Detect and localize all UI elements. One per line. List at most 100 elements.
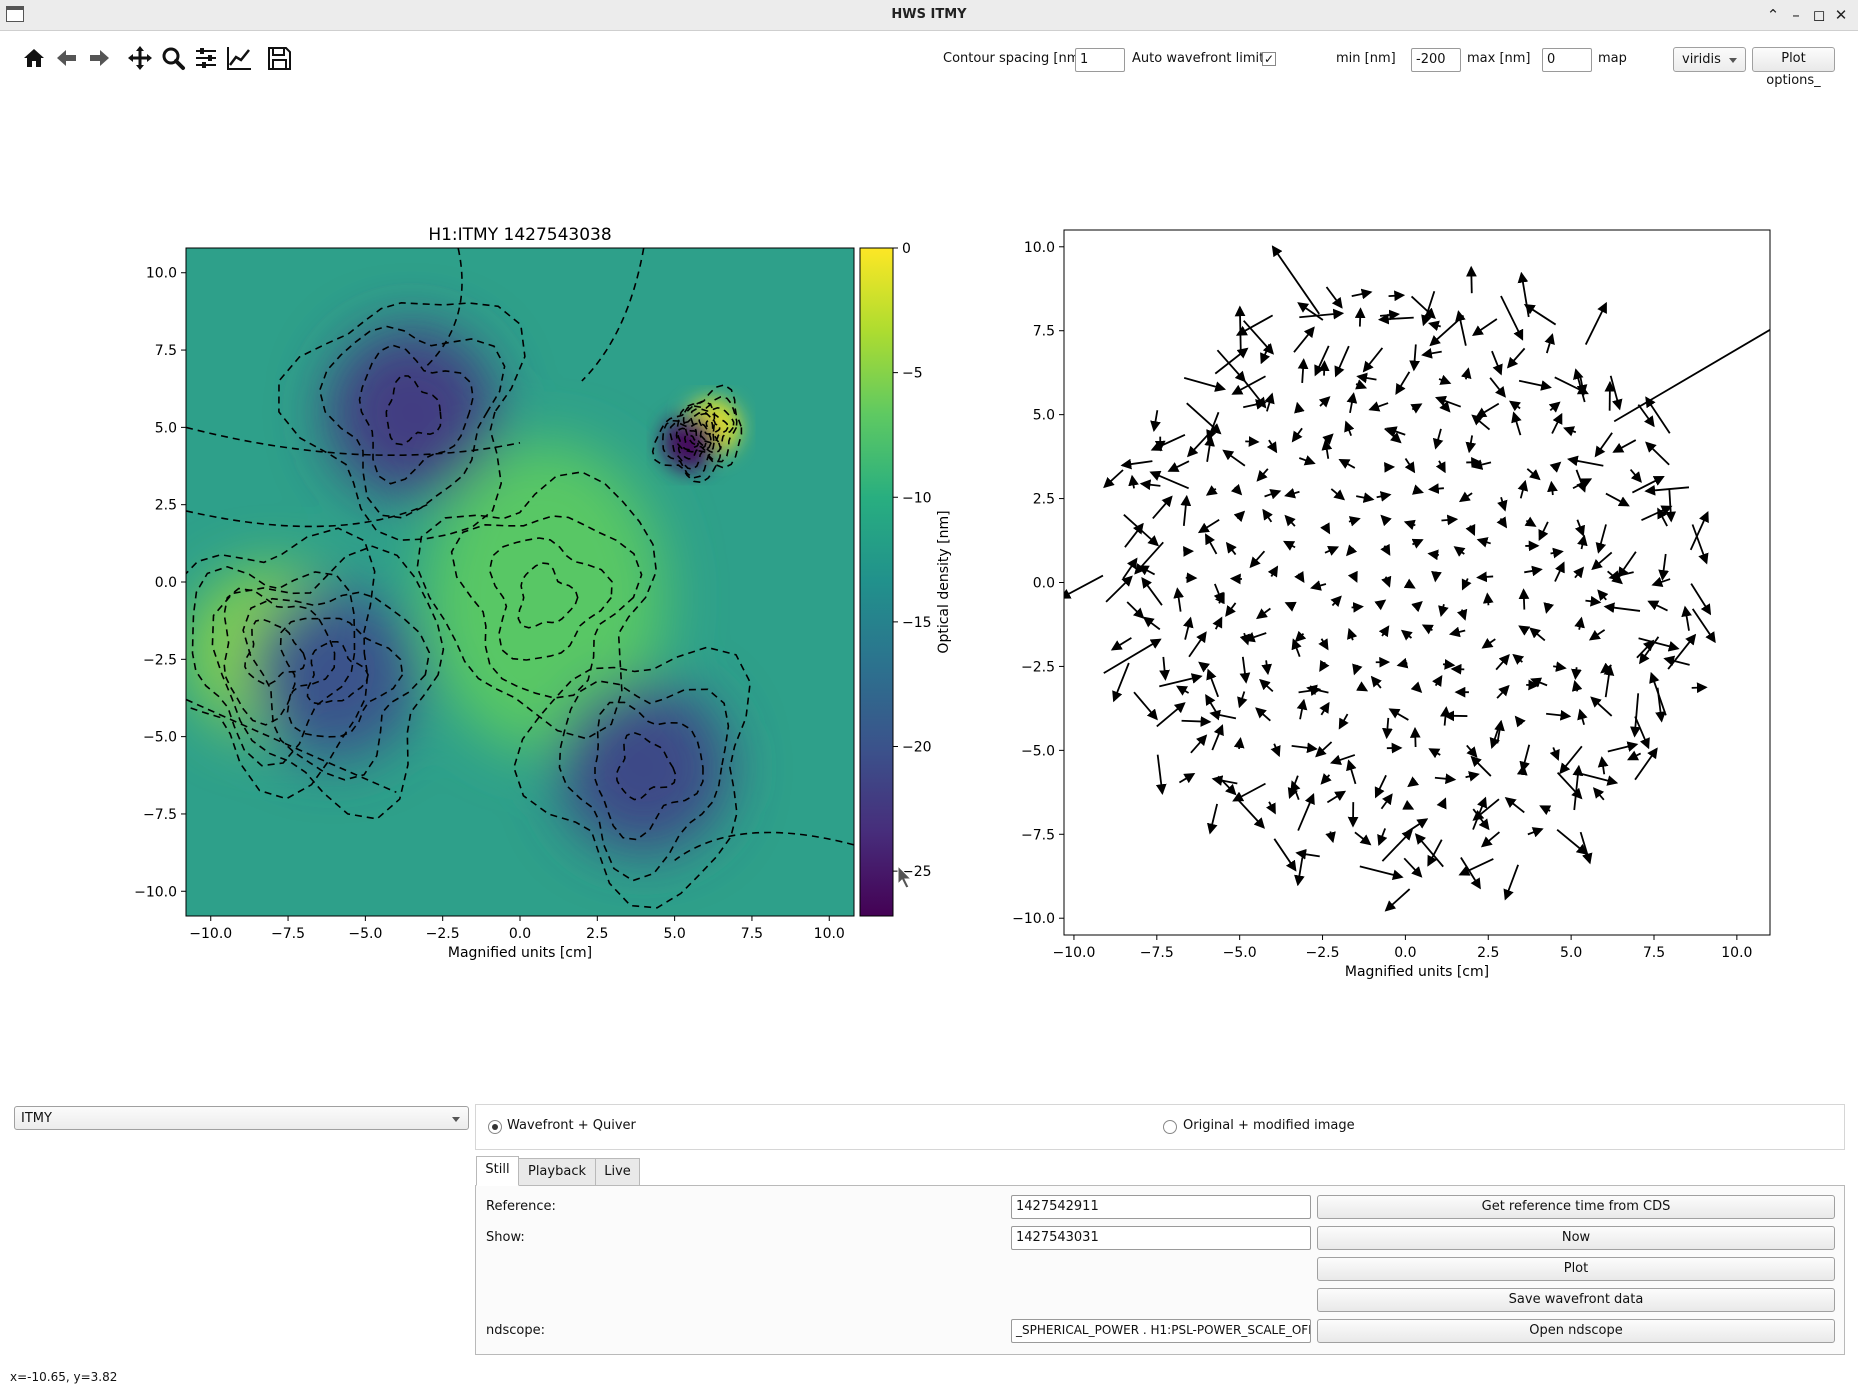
quiver-arrow bbox=[1388, 290, 1406, 302]
x-tick-label: −10.0 bbox=[189, 926, 232, 942]
chevron-down-icon bbox=[1729, 58, 1737, 63]
quiver-arrow bbox=[1409, 726, 1421, 748]
x-tick-label: 10.0 bbox=[1721, 945, 1752, 961]
line-chart-icon[interactable] bbox=[225, 44, 253, 72]
y-tick-label: −2.5 bbox=[143, 652, 177, 668]
original-modified-label: Original + modified image bbox=[1183, 1118, 1355, 1133]
y-tick-label: −2.5 bbox=[1021, 659, 1055, 675]
auto-limits-checkbox[interactable]: ✓ bbox=[1262, 52, 1276, 66]
x-tick-label: −2.5 bbox=[426, 926, 460, 942]
quiver-arrow bbox=[1571, 667, 1582, 680]
auto-limits-label: Auto wavefront limits: bbox=[1132, 51, 1276, 66]
now-button[interactable]: Now bbox=[1317, 1226, 1835, 1250]
forward-arrow-icon[interactable] bbox=[85, 44, 113, 72]
maximize-icon[interactable]: ◻ bbox=[1808, 4, 1830, 26]
view-mode-group: Wavefront + Quiver Original + modified i… bbox=[475, 1104, 1845, 1150]
y-tick-label: 10.0 bbox=[146, 266, 177, 282]
show-label: Show: bbox=[486, 1230, 525, 1245]
y-tick-label: 2.5 bbox=[155, 498, 177, 514]
x-tick-label: −10.0 bbox=[1052, 945, 1095, 961]
source-select[interactable]: ITMY bbox=[14, 1106, 469, 1130]
sliders-icon[interactable] bbox=[192, 44, 220, 72]
x-tick-label: −7.5 bbox=[271, 926, 305, 942]
heatmap-region bbox=[326, 326, 497, 497]
minimize-icon[interactable]: – bbox=[1785, 4, 1807, 26]
status-coordinates: x=-10.65, y=3.82 bbox=[10, 1370, 118, 1384]
quiver-arrow bbox=[1466, 265, 1477, 294]
min-label: min [nm] bbox=[1336, 51, 1396, 66]
quiver-xlabel: Magnified units [cm] bbox=[1345, 964, 1489, 980]
x-tick-label: −7.5 bbox=[1140, 945, 1174, 961]
plot-button[interactable]: Plot bbox=[1317, 1257, 1835, 1281]
colormap-select[interactable]: viridis bbox=[1673, 47, 1746, 72]
y-tick-label: 0.0 bbox=[1033, 576, 1055, 592]
title-bar: HWS ITMY ⌃ – ◻ ✕ bbox=[0, 0, 1858, 31]
quiver-plot[interactable]: −10.0 −7.5 −5.0 −2.5 0.0 2.5 5.0 7.5 10.0 10.0 7.… bbox=[1012, 229, 1780, 980]
contour-spacing-label: Contour spacing [nm]: bbox=[943, 51, 1089, 66]
quiver-arrow bbox=[1234, 305, 1246, 352]
quiver-arrow bbox=[1518, 588, 1530, 610]
show-input[interactable]: 1427543031 bbox=[1011, 1226, 1311, 1250]
close-icon[interactable]: ✕ bbox=[1830, 4, 1852, 26]
source-select-value: ITMY bbox=[21, 1111, 52, 1126]
y-tick-label: 7.5 bbox=[1033, 324, 1055, 340]
quiver-arrow bbox=[1482, 592, 1494, 606]
y-tick-label: 2.5 bbox=[1033, 492, 1055, 508]
plot-canvas[interactable]: H1:ITMY 1427543038 −10.0 −7.5 −5.0 −2.5 0.0 2… bbox=[0, 90, 1858, 1090]
save-wavefront-button[interactable]: Save wavefront data bbox=[1317, 1288, 1835, 1312]
y-tick-label: −7.5 bbox=[143, 807, 177, 823]
x-tick-label: −5.0 bbox=[348, 926, 382, 942]
get-reference-time-button[interactable]: Get reference time from CDS bbox=[1317, 1195, 1835, 1219]
quiver-arrow bbox=[1351, 601, 1364, 613]
quiver-arrow bbox=[1691, 682, 1708, 694]
open-ndscope-button[interactable]: Open ndscope bbox=[1317, 1319, 1835, 1343]
home-icon[interactable] bbox=[20, 44, 48, 72]
tab-live[interactable]: Live bbox=[595, 1158, 640, 1186]
colorbar-tick-label: −20 bbox=[902, 740, 932, 756]
quiver-arrow bbox=[1442, 659, 1456, 670]
pan-icon[interactable] bbox=[126, 44, 154, 72]
x-tick-label: 7.5 bbox=[741, 926, 763, 942]
contour-spacing-input[interactable]: 1 bbox=[1075, 48, 1125, 72]
x-tick-label: 5.0 bbox=[663, 926, 685, 942]
back-arrow-icon[interactable] bbox=[53, 44, 81, 72]
wavefront-quiver-radio[interactable] bbox=[488, 1120, 502, 1134]
map-label: map bbox=[1598, 51, 1627, 66]
y-tick-label: 0.0 bbox=[155, 575, 177, 591]
y-tick-label: 7.5 bbox=[155, 343, 177, 359]
y-tick-label: 5.0 bbox=[1033, 408, 1055, 424]
quiver-arrow bbox=[1428, 483, 1444, 495]
zoom-icon[interactable] bbox=[159, 44, 187, 72]
max-label: max [nm] bbox=[1467, 51, 1531, 66]
y-tick-label: −10.0 bbox=[1012, 911, 1055, 927]
chevron-down-icon bbox=[452, 1117, 460, 1122]
max-input[interactable]: 0 bbox=[1542, 48, 1592, 72]
y-tick-label: 5.0 bbox=[155, 420, 177, 436]
x-tick-label: 10.0 bbox=[814, 926, 845, 942]
x-tick-label: 0.0 bbox=[509, 926, 531, 942]
original-modified-radio[interactable] bbox=[1163, 1120, 1177, 1134]
colorbar-tick-label: −10 bbox=[902, 490, 932, 506]
x-tick-label: −2.5 bbox=[1306, 945, 1340, 961]
tab-still[interactable]: Still bbox=[476, 1156, 519, 1186]
quiver-arrow bbox=[1181, 716, 1212, 727]
quiver-arrow bbox=[1354, 307, 1366, 327]
chevron-up-icon[interactable]: ⌃ bbox=[1762, 4, 1784, 26]
ndscope-input[interactable]: _SPHERICAL_POWER . H1:PSL-POWER_SCALE_OF… bbox=[1011, 1319, 1311, 1343]
y-tick-label: −5.0 bbox=[1021, 743, 1055, 759]
wavefront-quiver-label: Wavefront + Quiver bbox=[507, 1118, 636, 1133]
y-tick-label: −7.5 bbox=[1021, 827, 1055, 843]
tab-playback[interactable]: Playback bbox=[518, 1158, 596, 1186]
min-input[interactable]: -200 bbox=[1411, 48, 1461, 72]
colorbar-label: Optical density [nm] bbox=[936, 510, 952, 653]
plot-options-button[interactable]: Plot options_ bbox=[1752, 47, 1835, 88]
wavefront-heatmap[interactable]: H1:ITMY 1427543038 −10.0 −7.5 −5.0 −2.5 0.0 2… bbox=[134, 225, 952, 961]
reference-input[interactable]: 1427542911 bbox=[1011, 1195, 1311, 1219]
save-icon[interactable] bbox=[265, 44, 293, 72]
colorbar-tick-label: −5 bbox=[902, 366, 923, 382]
quiver-frame bbox=[1063, 229, 1771, 936]
x-tick-label: 2.5 bbox=[1477, 945, 1499, 961]
heatmap-region bbox=[249, 589, 420, 760]
y-tick-label: −5.0 bbox=[143, 730, 177, 746]
still-tab-panel: Reference: 1427542911 Get reference time… bbox=[475, 1185, 1845, 1355]
